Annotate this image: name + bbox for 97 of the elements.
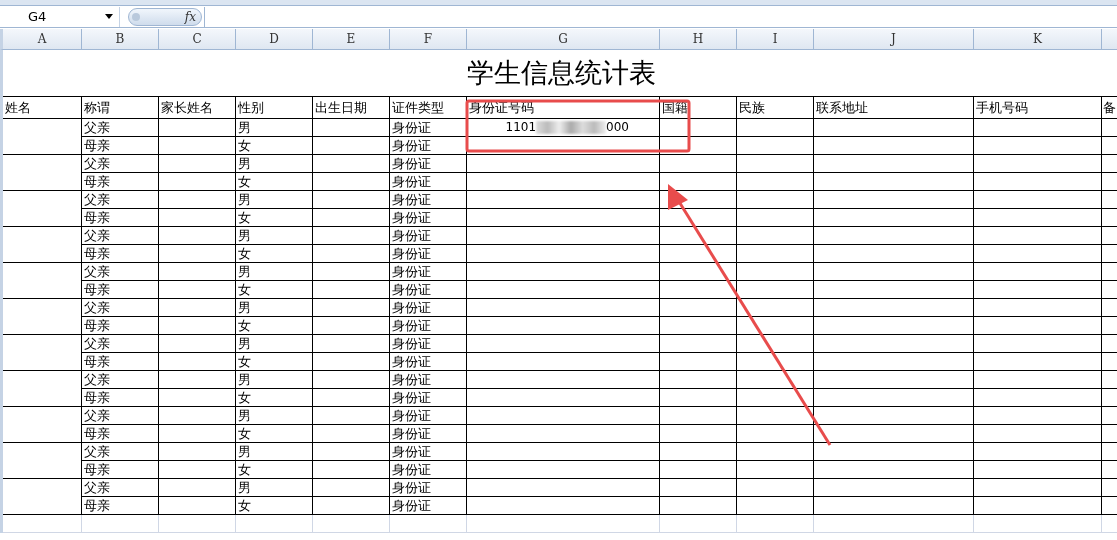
table-cell: 母亲	[82, 245, 159, 263]
table-cell: 身份证	[390, 263, 467, 281]
name-box[interactable]: G4	[0, 6, 120, 27]
table-cell: 母亲	[82, 389, 159, 407]
table-cell: 母亲	[82, 461, 159, 479]
table-cell: 身份证	[390, 281, 467, 299]
table-cell: 男	[236, 191, 313, 209]
insert-function-button[interactable]: fx	[182, 9, 198, 24]
header-cell: 证件类型	[390, 97, 467, 119]
table-cell: 男	[236, 299, 313, 317]
title-cell: 学生信息统计表	[3, 50, 1117, 97]
column-header[interactable]: K	[974, 29, 1102, 49]
table-cell: 父亲	[82, 407, 159, 425]
table-cell: 母亲	[82, 317, 159, 335]
table-cell: 女	[236, 281, 313, 299]
table-cell: 身份证	[390, 119, 467, 137]
table-cell: 女	[236, 425, 313, 443]
table-cell: 母亲	[82, 497, 159, 515]
table-cell: 母亲	[82, 425, 159, 443]
table-cell: 身份证	[390, 353, 467, 371]
table-cell: 身份证	[390, 371, 467, 389]
table-cell: 身份证	[390, 173, 467, 191]
table-cell: 身份证	[390, 335, 467, 353]
header-cell: 出生日期	[313, 97, 390, 119]
table-cell: 父亲	[82, 227, 159, 245]
header-cell: 手机号码	[974, 97, 1102, 119]
table-cell: 男	[236, 119, 313, 137]
table-cell: 男	[236, 407, 313, 425]
column-header[interactable]: F	[390, 29, 467, 49]
table-cell: 女	[236, 353, 313, 371]
column-header[interactable]: A	[3, 29, 82, 49]
table-cell: 身份证	[390, 497, 467, 515]
column-header[interactable]: H	[660, 29, 737, 49]
table-cell: 身份证	[390, 317, 467, 335]
table-cell: 父亲	[82, 155, 159, 173]
table-cell: 父亲	[82, 299, 159, 317]
table-cell: 男	[236, 479, 313, 497]
table-cell: 母亲	[82, 173, 159, 191]
column-header[interactable]: E	[313, 29, 390, 49]
table-cell: 身份证	[390, 227, 467, 245]
table-cell: 身份证	[390, 299, 467, 317]
column-header[interactable]: J	[814, 29, 974, 49]
header-cell: 民族	[737, 97, 814, 119]
table-cell: 母亲	[82, 209, 159, 227]
table-cell: 身份证	[390, 209, 467, 227]
table-cell: 男	[236, 371, 313, 389]
column-header[interactable]: B	[82, 29, 159, 49]
table-cell: 身份证	[390, 425, 467, 443]
table-cell: 身份证	[390, 479, 467, 497]
header-cell: 国籍	[660, 97, 737, 119]
table-cell: 父亲	[82, 119, 159, 137]
table-cell: 身份证	[390, 407, 467, 425]
table-cell: 父亲	[82, 443, 159, 461]
table-cell: 父亲	[82, 479, 159, 497]
table-cell: 女	[236, 497, 313, 515]
header-cell: 备	[1102, 97, 1117, 119]
table-cell: 身份证	[390, 245, 467, 263]
table-cell: 女	[236, 389, 313, 407]
table-cell: 父亲	[82, 263, 159, 281]
table-cell: 身份证	[390, 191, 467, 209]
table-cell: 身份证	[390, 155, 467, 173]
table-cell: 女	[236, 245, 313, 263]
table-cell: 身份证	[390, 461, 467, 479]
column-header[interactable]: I	[737, 29, 814, 49]
table-cell: 女	[236, 137, 313, 155]
table-cell: 男	[236, 443, 313, 461]
header-cell: 称谓	[82, 97, 159, 119]
table-cell: 父亲	[82, 371, 159, 389]
id-number-text: 1101	[505, 119, 537, 136]
blurred-digits	[536, 121, 607, 134]
column-header[interactable]: D	[236, 29, 313, 49]
header-cell: 性别	[236, 97, 313, 119]
table-cell: 母亲	[82, 137, 159, 155]
id-number-text: 000	[606, 119, 629, 136]
table-cell: 母亲	[82, 353, 159, 371]
table-cell: 父亲	[82, 191, 159, 209]
table-cell: 身份证	[390, 389, 467, 407]
table-cell: 男	[236, 155, 313, 173]
table-cell: 男	[236, 263, 313, 281]
table-cell: 女	[236, 209, 313, 227]
table-cell: 女	[236, 173, 313, 191]
table-cell: 女	[236, 317, 313, 335]
table-cell: 母亲	[82, 281, 159, 299]
column-header[interactable]: C	[159, 29, 236, 49]
table-cell: 女	[236, 461, 313, 479]
header-cell: 身份证号码	[467, 97, 660, 119]
header-cell: 姓名	[3, 97, 82, 119]
header-cell: 联系地址	[814, 97, 974, 119]
table-cell: 男	[236, 227, 313, 245]
caret-icon	[105, 14, 113, 19]
header-cell: 家长姓名	[159, 97, 236, 119]
table-cell: 身份证	[390, 443, 467, 461]
table-cell: 父亲	[82, 335, 159, 353]
table-cell: 身份证	[390, 137, 467, 155]
table-cell: 男	[236, 335, 313, 353]
resize-handle-icon[interactable]	[132, 12, 140, 21]
column-header[interactable]: G	[467, 29, 660, 49]
